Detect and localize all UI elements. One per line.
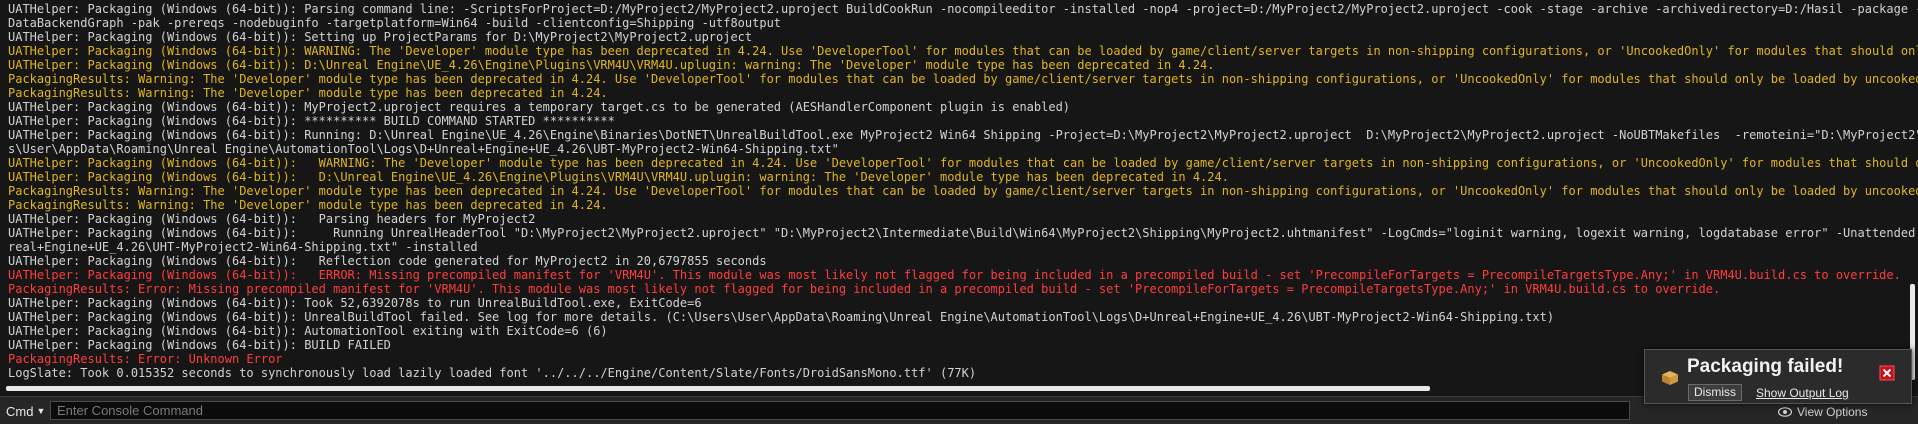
log-line: PackagingResults: Warning: The 'Develope… [8, 86, 608, 100]
log-line: UATHelper: Packaging (Windows (64-bit)):… [8, 114, 615, 128]
log-line: PackagingResults: Error: Missing precomp… [8, 282, 1721, 296]
chevron-down-icon: ▼ [36, 406, 46, 416]
log-line: PackagingResults: Warning: The 'Develope… [8, 72, 1918, 86]
view-options-button[interactable]: View Options [1778, 403, 1867, 421]
log-line: UATHelper: Packaging (Windows (64-bit)):… [8, 338, 391, 352]
log-line: UATHelper: Packaging (Windows (64-bit)):… [8, 100, 1071, 114]
log-line: UATHelper: Packaging (Windows (64-bit)):… [8, 30, 753, 44]
show-output-log-link[interactable]: Show Output Log [1756, 386, 1849, 400]
console-command-input[interactable] [50, 401, 1630, 420]
log-line: PackagingResults: Warning: The 'Develope… [8, 184, 1918, 198]
log-line: UATHelper: Packaging (Windows (64-bit)):… [8, 212, 536, 226]
log-line: s\User\AppData\Roaming\Unreal Engine\Aut… [8, 142, 839, 156]
log-line: real+Engine+UE_4.26\UHT-MyProject2-Win64… [8, 240, 478, 254]
package-icon [1662, 371, 1678, 385]
log-line: UATHelper: Packaging (Windows (64-bit)):… [8, 58, 1215, 72]
fail-x-icon [1879, 365, 1895, 381]
log-line: PackagingResults: Warning: The 'Develope… [8, 198, 608, 212]
log-line: UATHelper: Packaging (Windows (64-bit)):… [8, 296, 702, 310]
log-line: UATHelper: Packaging (Windows (64-bit)):… [8, 170, 1229, 184]
packaging-failed-notification: Packaging failed! Dismiss Show Output Lo… [1644, 349, 1912, 404]
eye-icon [1778, 407, 1792, 417]
log-line: UATHelper: Packaging (Windows (64-bit)):… [8, 268, 1901, 282]
notification-title: Packaging failed! [1687, 356, 1844, 377]
cmd-label: Cmd [6, 403, 34, 419]
log-line: PackagingResults: Error: Unknown Error [8, 352, 283, 366]
output-log[interactable]: UATHelper: Packaging (Windows (64-bit)):… [0, 0, 1918, 384]
log-line: UATHelper: Packaging (Windows (64-bit)):… [8, 324, 608, 338]
horizontal-scrollbar[interactable] [6, 386, 1430, 391]
dismiss-button[interactable]: Dismiss [1688, 384, 1742, 401]
log-line: LogSlate: Took 0.015352 seconds to synch… [8, 366, 977, 380]
log-line: UATHelper: Packaging (Windows (64-bit)):… [8, 44, 1918, 58]
log-line: DataBackendGraph -pak -prereqs -nodebugi… [8, 16, 782, 30]
log-line: UATHelper: Packaging (Windows (64-bit)):… [8, 310, 1555, 324]
log-line: UATHelper: Packaging (Windows (64-bit)):… [8, 2, 1918, 16]
log-line: UATHelper: Packaging (Windows (64-bit)):… [8, 254, 767, 268]
view-options-label: View Options [1797, 405, 1868, 419]
log-line: UATHelper: Packaging (Windows (64-bit)):… [8, 128, 1918, 142]
log-line: UATHelper: Packaging (Windows (64-bit)):… [8, 226, 1918, 240]
console-bar: Cmd ▼ View Options [0, 396, 1918, 424]
log-line: UATHelper: Packaging (Windows (64-bit)):… [8, 156, 1918, 170]
cmd-dropdown[interactable]: Cmd ▼ [6, 402, 45, 420]
